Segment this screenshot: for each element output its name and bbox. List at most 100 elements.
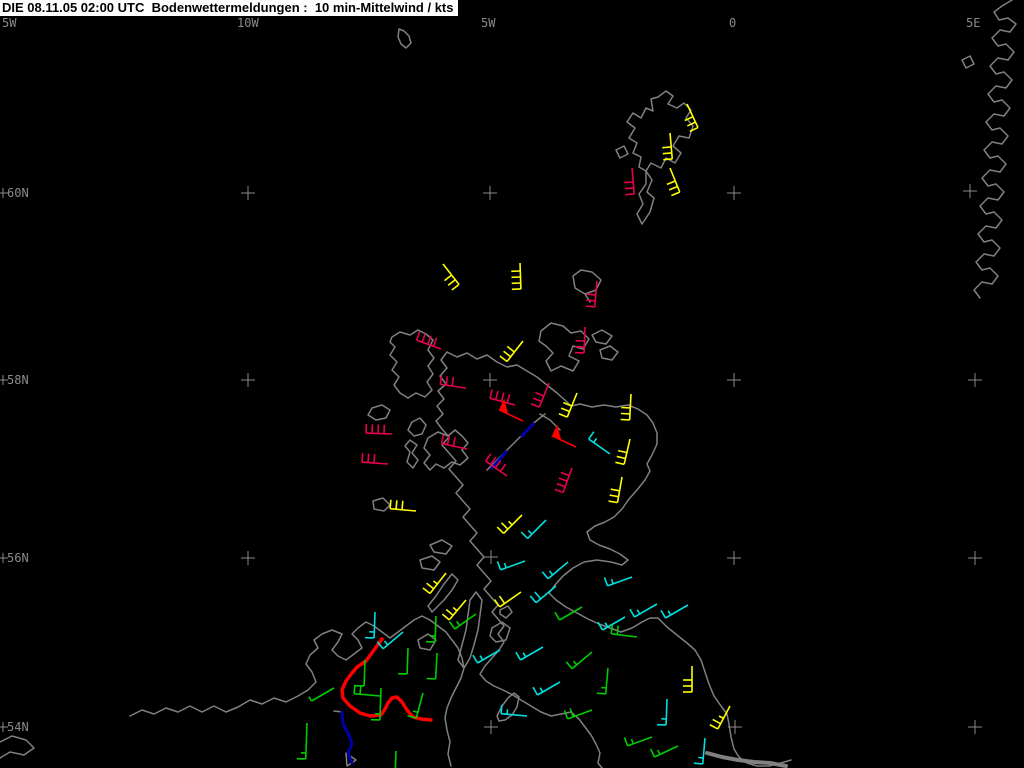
wind-barb-tick [496,526,505,534]
wind-barb-tick [662,152,672,155]
wind-barb-tick [422,587,431,595]
wind-barb-tick [445,608,454,616]
coastline [389,329,435,399]
wind-barb [308,687,335,702]
wind-barb-tick [636,609,641,615]
wind-barb-shaft [547,561,569,580]
wind-barb [365,424,393,435]
weather-map-canvas[interactable]: 5W 10W 5W 0 5E 60N 58N 56N 54N [0,0,1024,768]
wind-barb [608,476,623,504]
lon-label: 5W [2,16,17,30]
wind-barb [515,646,544,661]
wind-barb-shaft [607,576,633,587]
wind-barb-tick [610,578,614,585]
wind-barb-tick [617,449,628,454]
title-text: DIE 08.11.05 02:00 UTC Bodenwettermeldun… [2,0,454,15]
wind-barb [596,667,609,695]
wind-barb-tick [503,350,512,358]
wind-barb-tick [686,121,696,127]
wind-barb-tick [667,610,672,616]
red-front-line [340,637,433,722]
wind-barb-tick [718,715,724,720]
wind-barb-tick [444,274,453,282]
wind-barb-tick [556,482,566,488]
wind-barb-shaft [373,611,376,639]
wind-barb-tick [534,591,542,600]
wind-barb-tick [532,397,542,403]
wind-barb [389,499,417,512]
wind-barb [629,603,658,618]
wind-barb-tick [389,499,392,509]
wind-barb-tick [539,687,544,693]
coastline [419,555,441,571]
coastline [636,170,655,225]
wind-barb-tick [515,651,522,661]
wind-barb-tick [608,500,618,504]
wind-barb-tick [586,293,596,296]
wind-barb-tick [624,181,634,184]
lon-label: 10W [237,16,259,30]
wind-barb [666,167,681,197]
coastline [435,351,603,768]
wind-barb-tick [452,437,456,447]
wind-barb-tick [532,686,539,696]
wind-barb-tick [629,608,636,618]
wind-barb-shaft [363,659,366,687]
lon-label: 5W [481,16,496,30]
wind-barb [493,591,522,608]
wind-barb-tick [666,180,676,186]
wind-barb-tick [479,655,484,661]
wind-barb [499,340,524,363]
wind-barb-tick [447,279,456,286]
wind-barb [585,280,598,308]
lat-label: 60N [7,186,29,200]
wind-barb [615,438,631,466]
coastline [129,705,239,717]
wind-barb [422,572,447,595]
coastline [429,539,453,555]
coastline [961,55,975,69]
wind-barb-tick [609,494,619,498]
wind-barb-shaft [406,647,409,675]
wind-barb-tick [548,570,554,576]
wind-barb-shaft [499,591,522,608]
wind-barb-shaft [627,736,653,747]
coastline [0,735,35,759]
wind-barb-tick [563,710,569,720]
wind-barb-tick [432,337,438,347]
wind-barb-tick [657,749,661,755]
wind-barb-shaft [669,132,674,159]
wind-barb-tick [596,692,606,695]
coastline [615,145,629,159]
wind-barb-tick [451,377,455,387]
wind-barb-tick [426,582,435,590]
wind-barb [296,722,308,760]
wind-barb-tick [616,625,620,635]
wind-barb [565,651,593,670]
wind-barb-tick [615,461,625,466]
wind-barb-shaft [429,572,447,594]
wind-barb-tick [520,531,529,539]
lat-label: 58N [7,373,29,387]
wind-barb [496,560,526,571]
wind-barb-shaft [434,652,438,680]
wind-barb-tick [500,522,509,530]
wind-barb-tick [500,392,505,402]
wind-barb-tick [401,500,404,510]
wind-barb-shaft [354,692,381,697]
coastline [372,497,391,512]
wind-barb-tick [499,355,508,363]
wind-barb-shaft [628,393,632,421]
wind-barb [620,393,632,421]
wind-barb-tick [494,390,499,401]
title-bar: DIE 08.11.05 02:00 UTC Bodenwettermeldun… [0,0,458,16]
wind-barb-tick [558,477,568,482]
wind-barb-tick [506,345,515,353]
wind-barb-tick [367,453,370,463]
coastline [367,404,391,421]
wind-barb-pennant [551,424,562,441]
coastline [404,439,419,469]
wind-barbs-layer [296,103,731,768]
wind-barb-tick [709,724,719,730]
wind-barb-tick [693,762,703,765]
